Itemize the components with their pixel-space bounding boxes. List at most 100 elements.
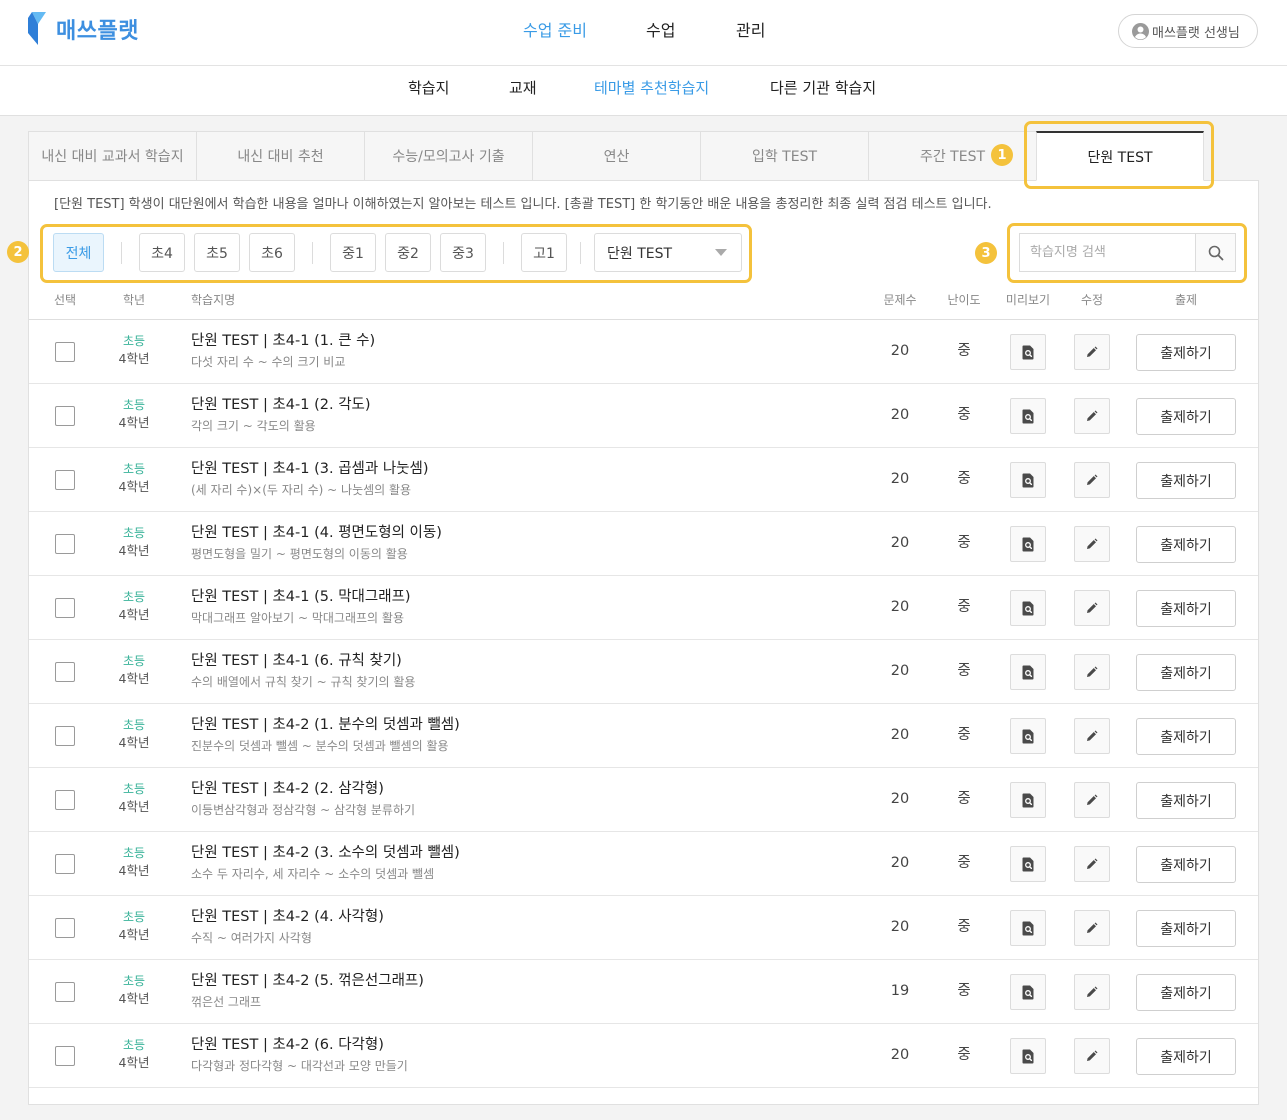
edit-button[interactable] xyxy=(1074,1038,1110,1074)
problem-count: 20 xyxy=(890,471,910,487)
edit-button[interactable] xyxy=(1074,846,1110,882)
worksheet-scope: 진분수의 덧셈과 뺄셈 ~ 분수의 덧셈과 뺄셈의 활용 xyxy=(191,739,449,753)
tab-arithmetic[interactable]: 연산 xyxy=(532,131,700,181)
assign-button[interactable]: 출제하기 xyxy=(1136,462,1236,499)
title-cell: 단원 TEST | 초4-2 (3. 소수의 덧셈과 뺄셈) 소수 두 자리수,… xyxy=(191,832,851,895)
assign-button[interactable]: 출제하기 xyxy=(1136,1038,1236,1075)
row-checkbox[interactable] xyxy=(55,470,75,490)
worksheet-row: 초등 4학년 단원 TEST | 초4-2 (1. 분수의 덧셈과 뺄셈) 진분… xyxy=(29,704,1258,768)
count-cell: 20 xyxy=(870,896,930,959)
preview-button[interactable] xyxy=(1010,718,1046,754)
tab-school-textbook[interactable]: 내신 대비 교과서 학습지 xyxy=(28,131,196,181)
preview-button[interactable] xyxy=(1010,910,1046,946)
select-cell xyxy=(29,896,101,959)
assign-button[interactable]: 출제하기 xyxy=(1136,846,1236,883)
preview-button[interactable] xyxy=(1010,334,1046,370)
row-checkbox[interactable] xyxy=(55,342,75,362)
row-checkbox[interactable] xyxy=(55,406,75,426)
row-checkbox[interactable] xyxy=(55,790,75,810)
edit-button[interactable] xyxy=(1074,398,1110,434)
assign-button[interactable]: 출제하기 xyxy=(1136,526,1236,563)
preview-button[interactable] xyxy=(1010,974,1046,1010)
difficulty-cell: 중 xyxy=(934,320,994,383)
nav-lesson-prep[interactable]: 수업 준비 xyxy=(523,20,587,42)
difficulty-cell: 중 xyxy=(934,832,994,895)
subnav-other-institutions[interactable]: 다른 기관 학습지 xyxy=(770,77,876,99)
count-cell: 20 xyxy=(870,320,930,383)
filter-elem-6[interactable]: 초6 xyxy=(249,233,295,272)
user-menu-button[interactable]: 매쓰플랫 선생님 xyxy=(1118,14,1258,48)
search-input[interactable] xyxy=(1019,233,1195,272)
subnav-worksheets[interactable]: 학습지 xyxy=(408,77,449,99)
table-header: 선택 학년 학습지명 문제수 난이도 미리보기 수정 출제 xyxy=(29,288,1258,320)
preview-icon xyxy=(1022,857,1033,871)
filter-mid-1[interactable]: 중1 xyxy=(330,233,376,272)
edit-button[interactable] xyxy=(1074,590,1110,626)
row-checkbox[interactable] xyxy=(55,662,75,682)
preview-button[interactable] xyxy=(1010,1038,1046,1074)
tab-suneung-mock[interactable]: 수능/모의고사 기출 xyxy=(364,131,532,181)
pencil-icon xyxy=(1087,346,1098,357)
preview-button[interactable] xyxy=(1010,462,1046,498)
edit-button[interactable] xyxy=(1074,974,1110,1010)
row-checkbox[interactable] xyxy=(55,598,75,618)
edit-button[interactable] xyxy=(1074,718,1110,754)
edit-button[interactable] xyxy=(1074,654,1110,690)
filter-elem-4[interactable]: 초4 xyxy=(139,233,185,272)
filter-elem-5[interactable]: 초5 xyxy=(194,233,240,272)
assign-button[interactable]: 출제하기 xyxy=(1136,654,1236,691)
filter-divider xyxy=(503,241,504,264)
subnav-theme-recommended[interactable]: 테마별 추천학습지 xyxy=(594,77,709,99)
row-checkbox[interactable] xyxy=(55,1046,75,1066)
row-checkbox[interactable] xyxy=(55,534,75,554)
edit-button[interactable] xyxy=(1074,334,1110,370)
preview-button[interactable] xyxy=(1010,654,1046,690)
row-checkbox[interactable] xyxy=(55,854,75,874)
search-button[interactable] xyxy=(1195,233,1236,272)
difficulty-cell: 중 xyxy=(934,384,994,447)
assign-button[interactable]: 출제하기 xyxy=(1136,718,1236,755)
row-checkbox[interactable] xyxy=(55,726,75,746)
assign-button[interactable]: 출제하기 xyxy=(1136,334,1236,371)
preview-button[interactable] xyxy=(1010,590,1046,626)
worksheet-row: 초등 4학년 단원 TEST | 초4-1 (4. 평면도형의 이동) 평면도형… xyxy=(29,512,1258,576)
filter-mid-3[interactable]: 중3 xyxy=(440,233,486,272)
assign-button[interactable]: 출제하기 xyxy=(1136,398,1236,435)
school-level-label: 초등 xyxy=(122,846,146,860)
tab-school-recommended[interactable]: 내신 대비 추천 xyxy=(196,131,364,181)
edit-cell xyxy=(1062,448,1122,511)
school-level-label: 초등 xyxy=(122,974,146,988)
edit-button[interactable] xyxy=(1074,526,1110,562)
assign-button[interactable]: 출제하기 xyxy=(1136,590,1236,627)
row-checkbox[interactable] xyxy=(55,982,75,1002)
preview-button[interactable] xyxy=(1010,846,1046,882)
assign-button[interactable]: 출제하기 xyxy=(1136,782,1236,819)
tab-description: [단원 TEST] 학생이 대단원에서 학습한 내용을 얼마나 이해하였는지 알… xyxy=(54,197,992,212)
tab-entrance-test[interactable]: 입학 TEST xyxy=(700,131,868,181)
preview-icon xyxy=(1022,601,1033,615)
subnav-textbooks[interactable]: 교재 xyxy=(509,77,537,99)
filter-mid-2[interactable]: 중2 xyxy=(385,233,431,272)
preview-button[interactable] xyxy=(1010,398,1046,434)
nav-manage[interactable]: 관리 xyxy=(736,20,765,42)
pencil-icon xyxy=(1087,474,1098,485)
preview-cell xyxy=(998,320,1058,383)
edit-button[interactable] xyxy=(1074,782,1110,818)
test-type-select[interactable]: 단원 TEST xyxy=(594,233,742,272)
title-cell: 단원 TEST | 초4-1 (3. 곱셈과 나눗셈) (세 자리 수)×(두 … xyxy=(191,448,851,511)
assign-button[interactable]: 출제하기 xyxy=(1136,974,1236,1011)
row-checkbox[interactable] xyxy=(55,918,75,938)
preview-button[interactable] xyxy=(1010,782,1046,818)
edit-button[interactable] xyxy=(1074,462,1110,498)
assign-button[interactable]: 출제하기 xyxy=(1136,910,1236,947)
school-level-label: 초등 xyxy=(122,718,146,732)
filter-high-1[interactable]: 고1 xyxy=(521,233,567,272)
preview-button[interactable] xyxy=(1010,526,1046,562)
worksheet-row: 초등 4학년 단원 TEST | 초4-2 (3. 소수의 덧셈과 뺄셈) 소수… xyxy=(29,832,1258,896)
difficulty-cell: 중 xyxy=(934,896,994,959)
logo[interactable]: 매쓰플랫 xyxy=(28,12,139,45)
filter-all[interactable]: 전체 xyxy=(53,233,104,272)
tab-unit-test[interactable]: 단원 TEST xyxy=(1036,131,1204,181)
edit-button[interactable] xyxy=(1074,910,1110,946)
nav-lesson[interactable]: 수업 xyxy=(646,20,675,42)
